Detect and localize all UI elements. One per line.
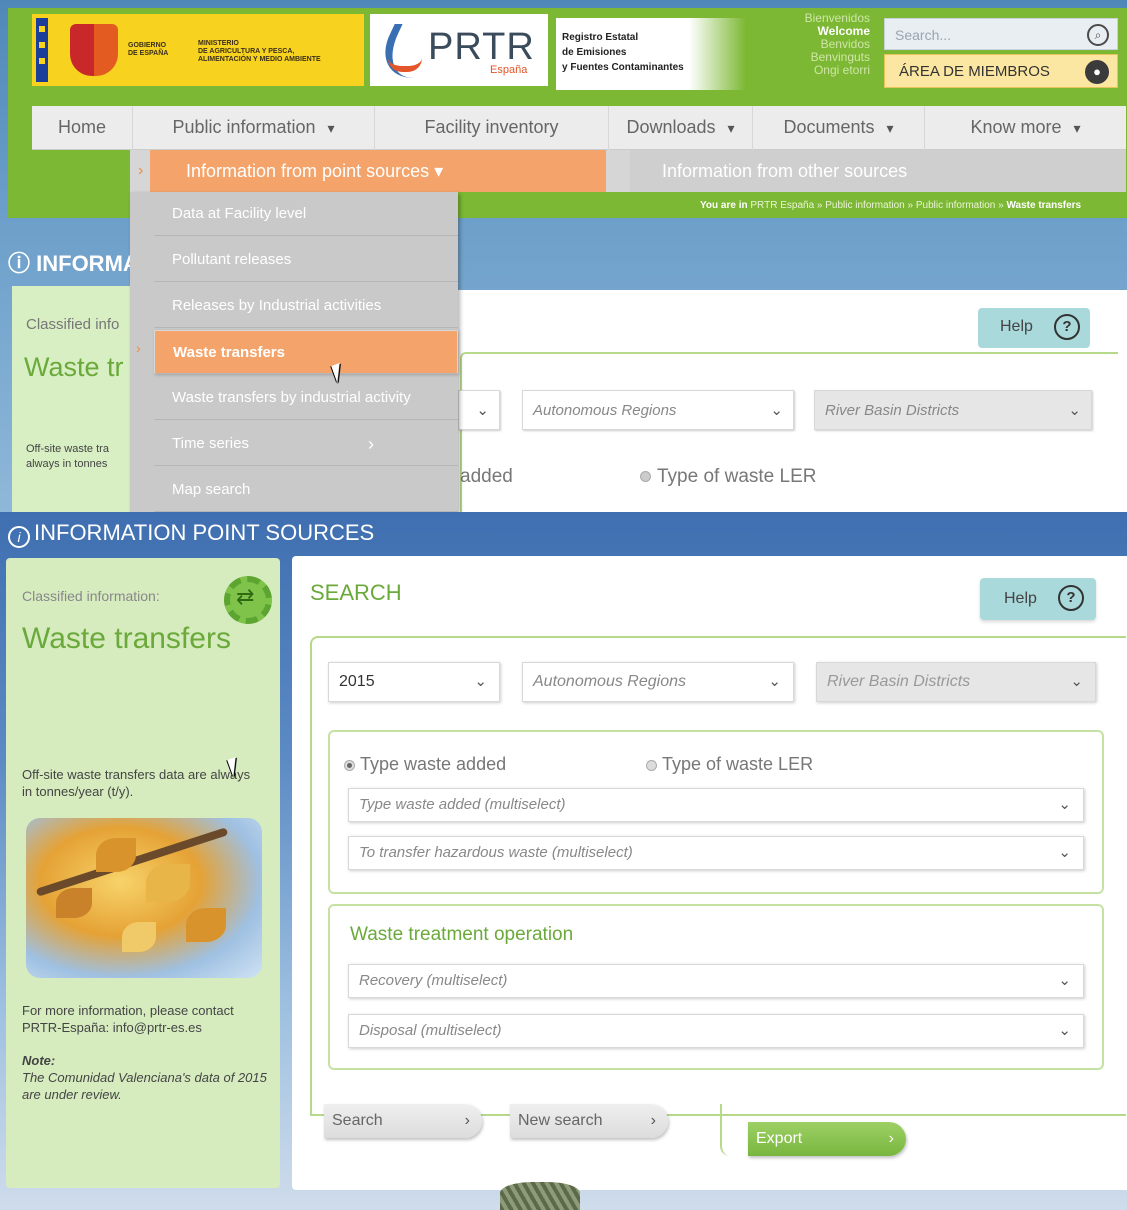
sidebar-heading: Waste transfers — [22, 622, 231, 655]
chevron-down-icon: ▾ — [327, 120, 335, 136]
chevron-down-icon: ⌄ — [476, 402, 489, 419]
radio-waste-added-partial[interactable]: added — [460, 466, 513, 488]
autonomous-regions-select[interactable]: Autonomous Regions ⌄ — [522, 390, 794, 430]
autumn-leaves-image — [26, 818, 262, 978]
export-button[interactable]: Export › — [748, 1122, 906, 1156]
search-button[interactable]: Search › — [324, 1104, 482, 1138]
river-basin-select[interactable]: River Basin Districts ⌄ — [814, 390, 1092, 430]
dropdown-item-waste-industrial[interactable]: Waste transfers by industrial activity — [154, 376, 458, 420]
waste-treatment-group: Waste treatment operation Recovery (mult… — [328, 904, 1104, 1070]
autonomous-regions-select[interactable]: Autonomous Regions ⌄ — [522, 662, 794, 702]
note-text: Note: The Comunidad Valenciana's data of … — [22, 1053, 267, 1102]
dropdown-item-facility-level[interactable]: Data at Facility level — [154, 192, 458, 236]
user-icon: ● — [1085, 60, 1109, 84]
info-sidebar: Classified information: Waste transfers … — [6, 558, 280, 1188]
chevron-down-icon: ⌄ — [1058, 972, 1071, 989]
year-select[interactable]: 2015 ⌄ — [328, 662, 500, 702]
river-basin-select[interactable]: River Basin Districts ⌄ — [816, 662, 1096, 702]
page-title: i INFORMATION POINT SOURCES — [8, 520, 374, 548]
nav-downloads[interactable]: Downloads ▾ — [608, 106, 752, 150]
waste-treatment-title: Waste treatment operation — [350, 924, 574, 945]
breadcrumb: You are in PRTR España » Public informat… — [700, 200, 1082, 211]
ministry-label: MINISTERIO DE AGRICULTURA Y PESCA, ALIMENT… — [198, 40, 321, 63]
government-logo[interactable]: GOBIERNO DE ESPAÑA MINISTERIO DE AGRICULTU… — [32, 14, 364, 86]
chevron-down-icon: ⌄ — [768, 673, 781, 690]
radio-type-waste-added[interactable]: Type waste added — [344, 754, 506, 775]
chevron-down-icon: ▾ — [434, 161, 444, 181]
coat-of-arms-icon — [70, 24, 118, 76]
prtr-country: España — [490, 64, 528, 76]
search-title: SEARCH — [310, 580, 402, 605]
gov-label: GOBIERNO DE ESPAÑA — [128, 42, 169, 57]
type-waste-added-select[interactable]: Type waste added (multiselect) ⌄ — [348, 788, 1084, 822]
prtr-brand: PRTR — [428, 26, 535, 68]
chevron-right-icon: › — [464, 1112, 470, 1129]
chevron-right-icon: › — [136, 340, 141, 356]
sidebar-partial: Classified info Waste tr Off-site waste … — [12, 286, 132, 512]
search-panel: SEARCH Help? 2015 ⌄ Autonomous Regions ⌄ R… — [292, 556, 1127, 1190]
chevron-down-icon: ⌄ — [474, 673, 487, 690]
help-icon: ? — [1054, 314, 1080, 340]
subnav-point-sources[interactable]: Information from point sources ▾ — [150, 150, 606, 192]
dropdown-item-waste-transfers[interactable]: Waste transfers — [154, 330, 458, 374]
chevron-down-icon: ⌄ — [1058, 844, 1071, 861]
registry-name: Registro Estatal de Emisiones y Fuentes Co… — [556, 18, 746, 90]
eu-flag-icon — [36, 18, 48, 82]
bottom-screenshot: i INFORMATION POINT SOURCES Classified in… — [0, 512, 1127, 1210]
contact-info: For more information, please contact PRT… — [22, 1003, 234, 1035]
nav-public-information[interactable]: Public information ▾ — [132, 106, 374, 150]
hazardous-waste-select[interactable]: To transfer hazardous waste (multiselect… — [348, 836, 1084, 870]
chevron-down-icon: ▾ — [727, 120, 735, 136]
recovery-select[interactable]: Recovery (multiselect) ⌄ — [348, 964, 1084, 998]
chevron-down-icon: ⌄ — [1058, 796, 1071, 813]
chevron-right-icon: › — [368, 434, 374, 454]
disposal-select[interactable]: Disposal (multiselect) ⌄ — [348, 1014, 1084, 1048]
waste-type-group: Type waste added Type of waste LER Type … — [328, 730, 1104, 894]
help-button[interactable]: Help? — [978, 308, 1090, 348]
chevron-right-icon: › — [888, 1130, 894, 1147]
chevron-right-icon: › — [650, 1112, 656, 1129]
nav-know-more[interactable]: Know more ▾ — [924, 106, 1126, 150]
info-icon: i — [8, 526, 30, 548]
nav-home[interactable]: Home — [32, 106, 132, 150]
chevron-down-icon: ⌄ — [1058, 1022, 1071, 1039]
classified-gear-icon[interactable] — [224, 576, 272, 624]
members-area-button[interactable]: ÁREA DE MIEMBROS ● — [884, 54, 1118, 88]
offsite-note: Off-site waste transfers data are always… — [22, 767, 251, 799]
chevron-down-icon: ▾ — [886, 120, 894, 136]
dropdown-item-time-series[interactable]: Time series › — [154, 422, 458, 466]
chevron-down-icon: ▾ — [1073, 120, 1081, 136]
dropdown-item-pollutant-releases[interactable]: Pollutant releases — [154, 238, 458, 282]
help-button[interactable]: Help? — [980, 578, 1096, 620]
search-icon[interactable]: ⌕ — [1087, 24, 1109, 46]
dropdown-item-releases-industrial[interactable]: Releases by Industrial activities — [154, 284, 458, 328]
main-nav: Home Public information ▾ Facility invent… — [32, 106, 1126, 150]
radio-waste-ler[interactable]: Type of waste LER — [640, 466, 816, 488]
dropdown-item-map-search[interactable]: Map search — [154, 468, 458, 512]
nav-facility-inventory[interactable]: Facility inventory — [374, 106, 608, 150]
chevron-down-icon: ⌄ — [1070, 673, 1083, 690]
chevron-right-icon: › — [138, 162, 144, 179]
site-search-input[interactable]: Search... ⌕ — [884, 18, 1118, 50]
public-information-dropdown: Data at Facility level Pollutant release… — [130, 192, 458, 512]
chevron-down-icon: ⌄ — [770, 402, 783, 419]
new-search-button[interactable]: New search › — [510, 1104, 668, 1138]
year-select-partial[interactable]: ⌄ — [458, 390, 500, 430]
help-icon: ? — [1058, 585, 1084, 611]
sub-nav: › Information from point sources ▾ Infor… — [130, 150, 1126, 192]
prtr-logo[interactable]: PRTR España — [369, 14, 548, 86]
subnav-other-sources[interactable]: Information from other sources — [630, 150, 1126, 192]
nav-documents[interactable]: Documents ▾ — [752, 106, 924, 150]
info-title-partial: ⓘ INFORMA — [8, 251, 139, 276]
top-screenshot: GOBIERNO DE ESPAÑA MINISTERIO DE AGRICULTU… — [0, 0, 1127, 512]
tree-top-image — [500, 1182, 580, 1210]
welcome-text: Bienvenidos Welcome Benvidos Benvinguts … — [804, 11, 870, 77]
chevron-down-icon: ⌄ — [1068, 402, 1081, 419]
radio-type-waste-ler[interactable]: Type of waste LER — [646, 754, 813, 775]
